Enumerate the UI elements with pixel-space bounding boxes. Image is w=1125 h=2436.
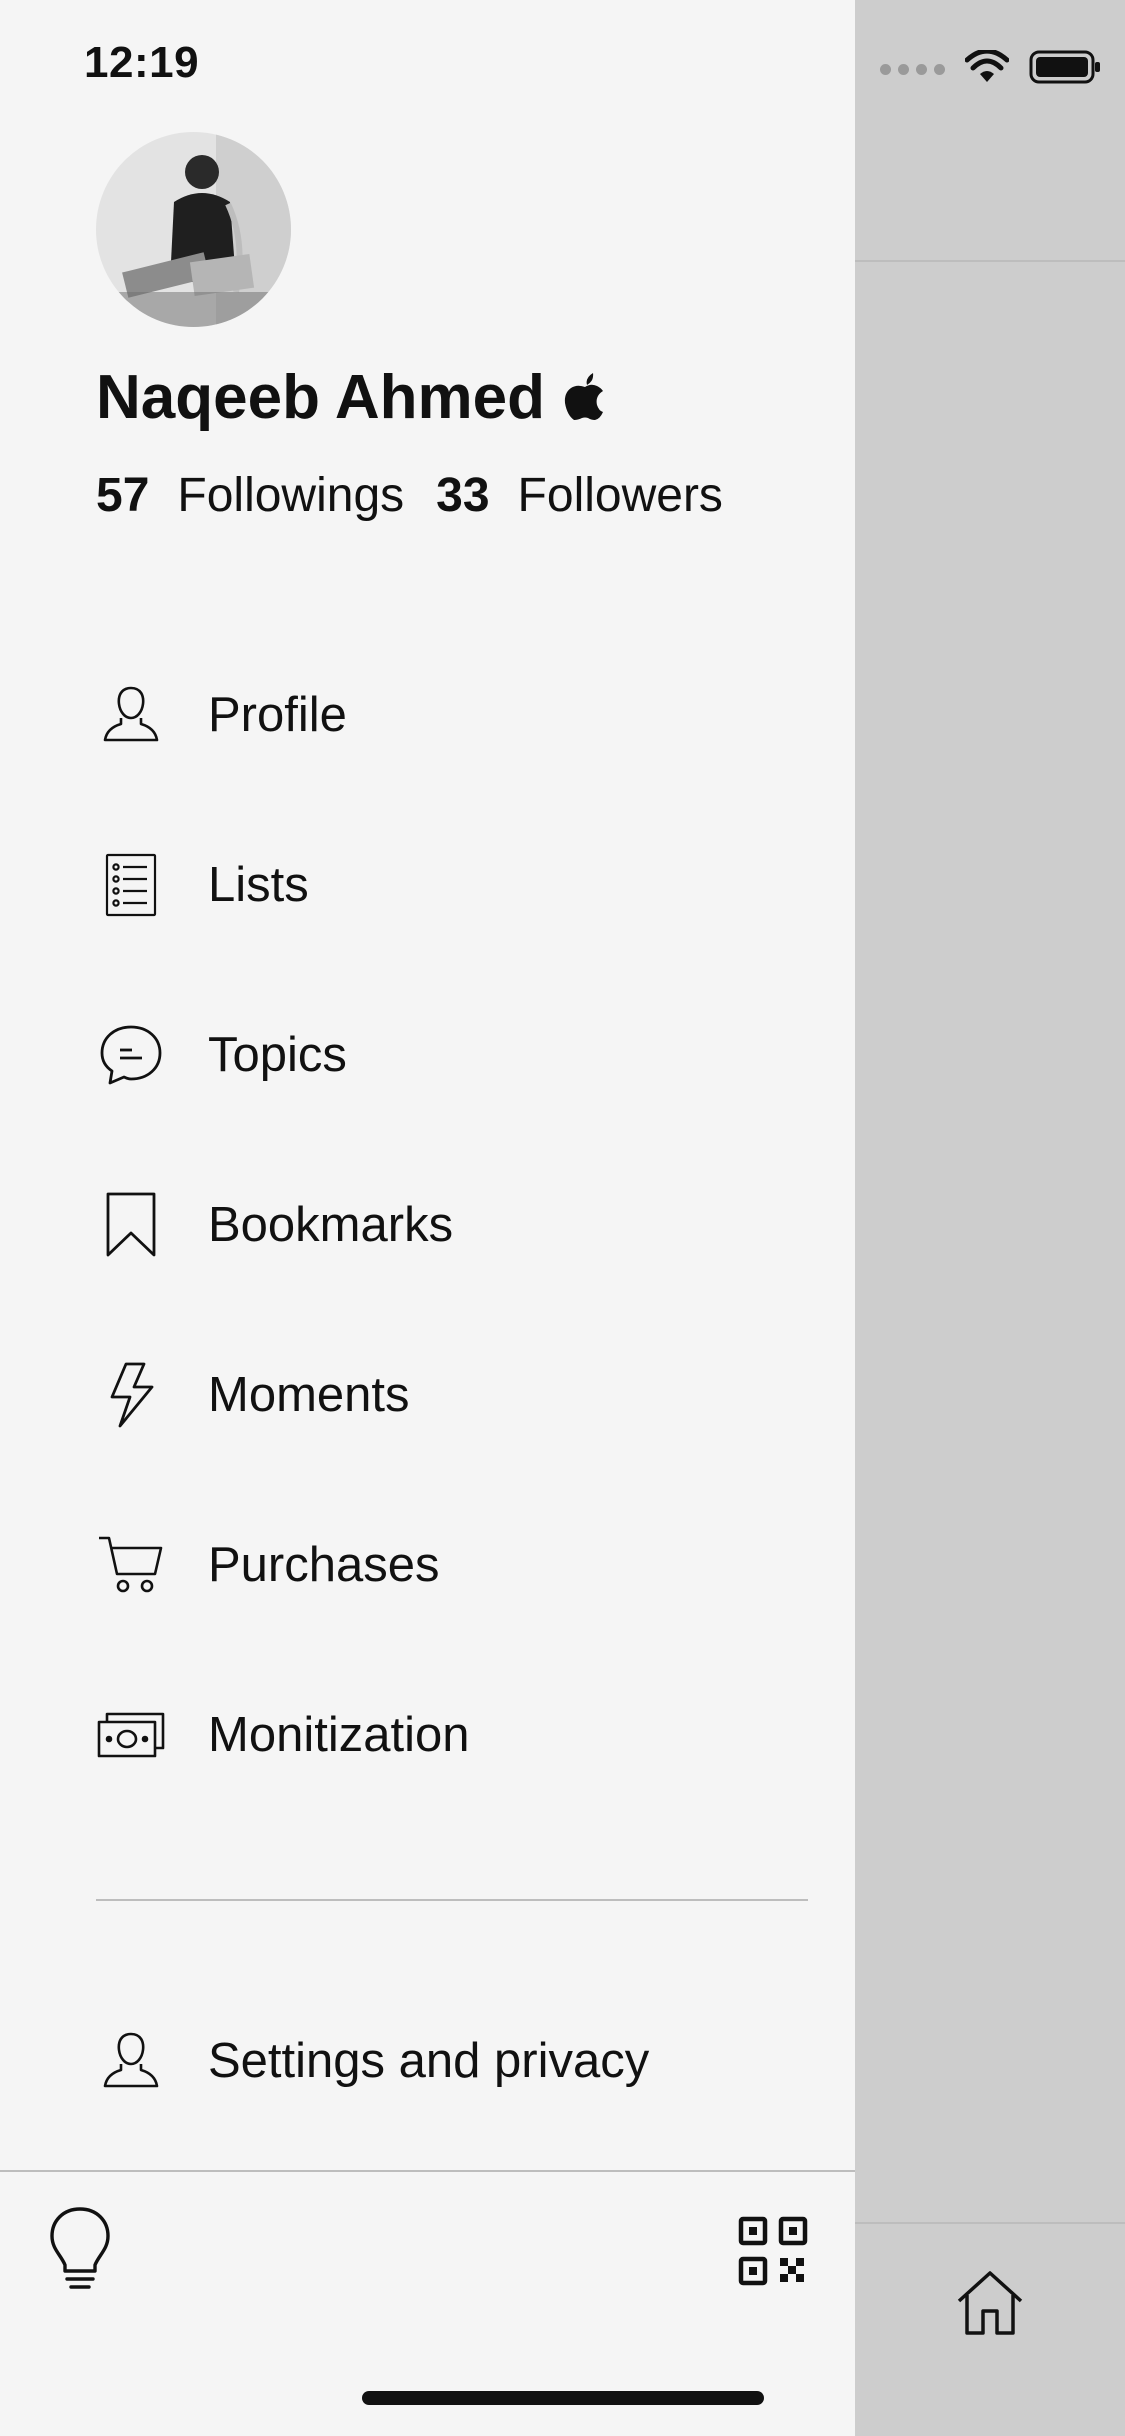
cart-icon bbox=[96, 1530, 166, 1600]
followings-label[interactable]: Followings bbox=[177, 468, 404, 523]
cellular-signal-icon bbox=[880, 64, 945, 75]
person-icon bbox=[96, 2026, 166, 2096]
tabbar-divider bbox=[855, 2222, 1125, 2224]
home-indicator[interactable] bbox=[362, 2391, 764, 2405]
followers-label[interactable]: Followers bbox=[518, 468, 723, 523]
menu-item-monitization[interactable]: Monitization bbox=[96, 1695, 469, 1775]
qr-code-icon[interactable] bbox=[735, 2213, 810, 2288]
side-drawer: 12:19 Naqeeb Ahmed 57 Followings 33 Foll… bbox=[0, 0, 855, 2436]
menu-item-purchases[interactable]: Purchases bbox=[96, 1525, 440, 1605]
battery-icon bbox=[1029, 50, 1101, 89]
menu-label: Monitization bbox=[208, 1708, 470, 1762]
profile-name: Naqeeb Ahmed bbox=[96, 363, 546, 432]
money-icon bbox=[96, 1700, 166, 1770]
menu-label: Purchases bbox=[208, 1538, 440, 1592]
home-icon[interactable] bbox=[945, 2262, 1035, 2342]
status-time: 12:19 bbox=[84, 38, 200, 87]
menu-item-settings[interactable]: Settings and privacy bbox=[96, 2021, 649, 2101]
menu-item-topics[interactable]: Topics bbox=[96, 1015, 347, 1095]
person-icon bbox=[96, 680, 166, 750]
dimmed-timeline-backdrop[interactable] bbox=[855, 0, 1125, 2436]
settings-label: Settings and privacy bbox=[208, 2034, 650, 2088]
menu-item-profile[interactable]: Profile bbox=[96, 675, 347, 755]
menu-label: Topics bbox=[208, 1028, 347, 1082]
bookmark-icon bbox=[96, 1190, 166, 1260]
lightbulb-icon[interactable] bbox=[40, 2200, 120, 2300]
menu-item-bookmarks[interactable]: Bookmarks bbox=[96, 1185, 453, 1265]
lightning-icon bbox=[96, 1360, 166, 1430]
status-bar-indicators bbox=[880, 48, 1101, 89]
menu-label: Profile bbox=[208, 688, 347, 742]
menu-label: Moments bbox=[208, 1368, 410, 1422]
profile-name-row[interactable]: Naqeeb Ahmed bbox=[96, 362, 607, 433]
followings-count[interactable]: 57 bbox=[96, 468, 149, 523]
list-icon bbox=[96, 850, 166, 920]
screen: 12:19 Naqeeb Ahmed 57 Followings 33 Foll… bbox=[0, 0, 1125, 2436]
apple-logo-icon bbox=[563, 369, 607, 426]
menu-item-moments[interactable]: Moments bbox=[96, 1355, 410, 1435]
followers-count[interactable]: 33 bbox=[436, 468, 489, 523]
chat-bubble-icon bbox=[96, 1020, 166, 1090]
menu-label: Lists bbox=[208, 858, 309, 912]
bottom-bar-divider bbox=[0, 2170, 855, 2172]
menu-divider bbox=[96, 1899, 808, 1901]
menu-item-lists[interactable]: Lists bbox=[96, 845, 309, 925]
follow-stats: 57 Followings 33 Followers bbox=[96, 468, 755, 523]
wifi-icon bbox=[964, 48, 1010, 89]
header-divider bbox=[855, 260, 1125, 262]
profile-avatar[interactable] bbox=[96, 132, 291, 327]
menu-label: Bookmarks bbox=[208, 1198, 454, 1252]
